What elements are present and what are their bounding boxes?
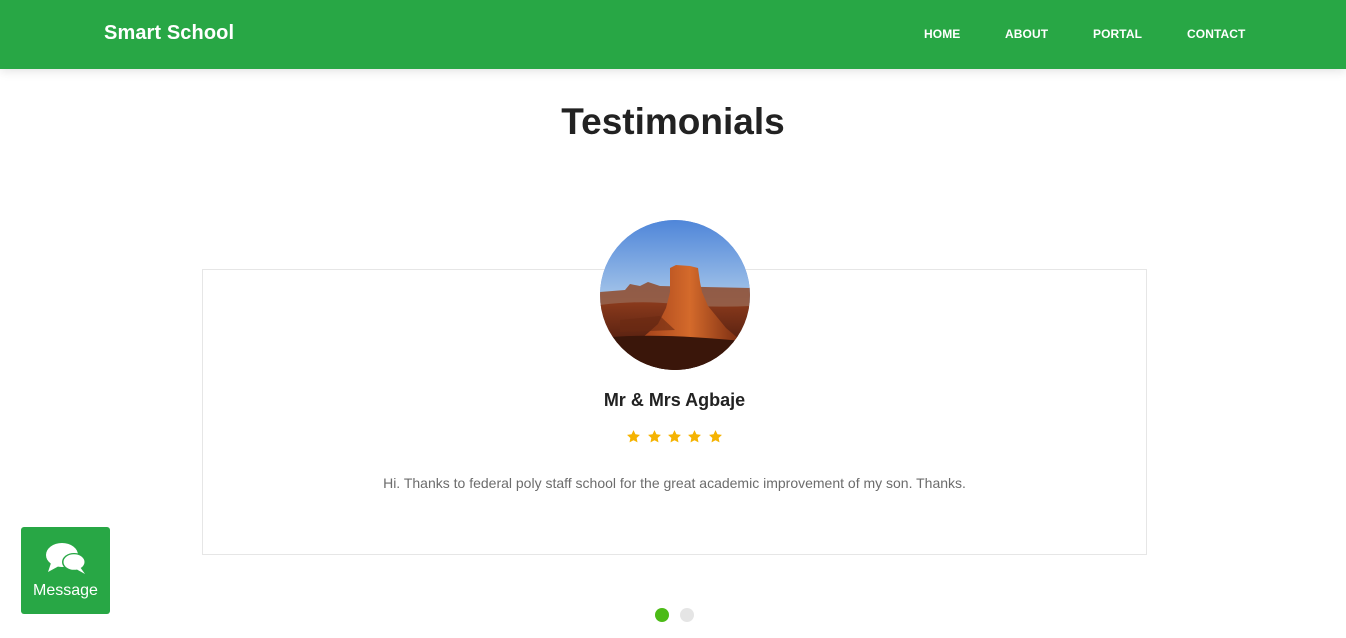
nav-link-about[interactable]: ABOUT — [1005, 27, 1048, 41]
testimonial-author-name: Mr & Mrs Agbaje — [603, 390, 746, 410]
nav-link-portal[interactable]: PORTAL — [1093, 27, 1142, 41]
main-nav: HOME ABOUT PORTAL CONTACT — [0, 27, 1346, 41]
star-icon — [627, 430, 641, 443]
message-button[interactable]: Message — [21, 527, 110, 614]
chat-bubbles-icon — [46, 543, 86, 574]
carousel-dot-active[interactable] — [655, 608, 669, 622]
testimonial-text: Hi. Thanks to federal poly staff school … — [383, 475, 966, 491]
star-icon — [647, 430, 661, 443]
star-rating — [0, 429, 1346, 447]
nav-link-home[interactable]: HOME — [924, 27, 960, 41]
testimonial-avatar — [600, 220, 750, 370]
star-icon — [708, 430, 722, 443]
nav-link-contact[interactable]: CONTACT — [1187, 27, 1245, 41]
star-icon — [688, 430, 702, 443]
section-title: Testimonials — [561, 101, 785, 142]
carousel-dots — [655, 608, 695, 622]
navbar: Smart School HOME ABOUT PORTAL CONTACT — [0, 0, 1346, 69]
star-icon — [668, 430, 681, 443]
carousel-dot[interactable] — [680, 608, 694, 622]
message-button-label: Message — [33, 582, 98, 599]
